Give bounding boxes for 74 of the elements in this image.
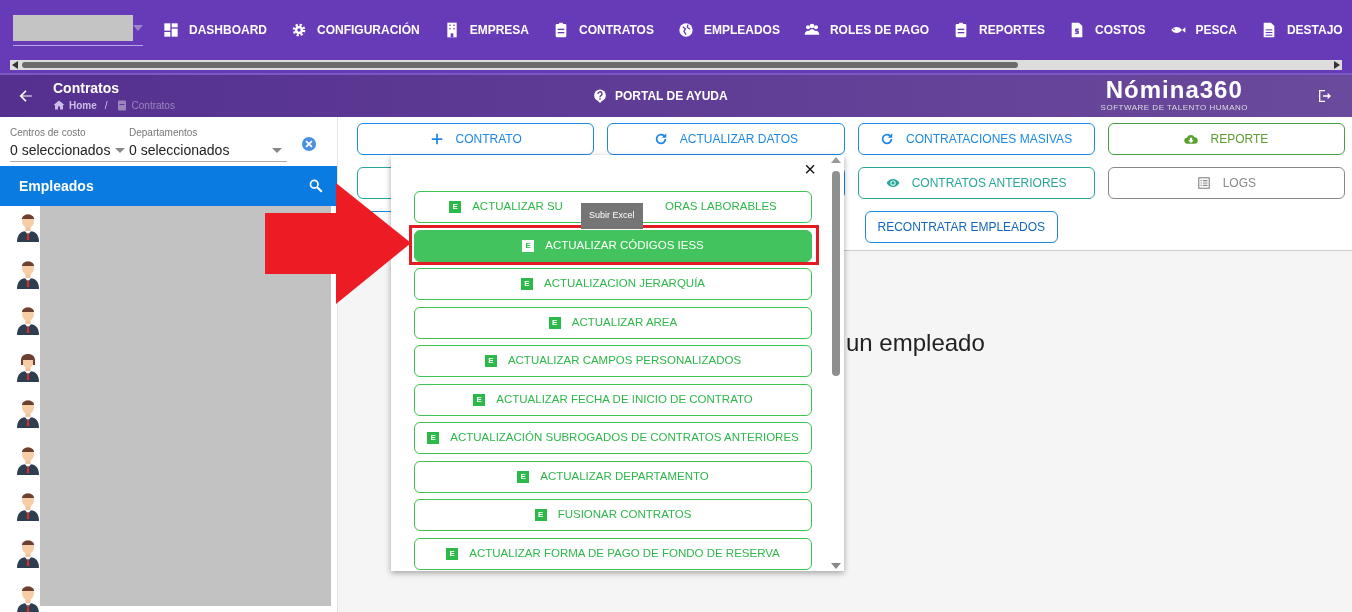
scroll-right-icon[interactable] (1334, 61, 1340, 69)
nav-item[interactable]: EMPRESA (431, 21, 541, 39)
logout-button[interactable] (1317, 88, 1333, 104)
logo-wordmark: Nómina360 (1105, 78, 1243, 102)
excel-icon: E (446, 547, 459, 560)
scrollbar-thumb[interactable] (832, 171, 840, 376)
list-icon (1196, 176, 1211, 190)
nav-item[interactable]: CONFIGURACIÓN (279, 21, 432, 39)
clipboard-icon (553, 22, 569, 38)
clear-icon[interactable] (302, 136, 316, 151)
filter-label: Departamentos (129, 126, 199, 140)
excel-icon: E (449, 201, 462, 213)
eye-icon (885, 176, 900, 190)
caret-icon (115, 148, 125, 153)
help-icon (593, 89, 607, 103)
nav-item[interactable]: DESTAJO (1248, 21, 1352, 39)
search-icon[interactable] (309, 179, 323, 193)
action-button[interactable]: RECONTRATAR EMPLEADOS (864, 211, 1059, 243)
action-button[interactable]: CONTRATACIONES MASIVAS (857, 123, 1095, 155)
action-button[interactable]: CONTRATOS ANTERIORES (857, 167, 1095, 199)
nav-item[interactable]: CONTRATOS (541, 21, 666, 39)
nav-item[interactable]: REPORTES (941, 21, 1058, 39)
action-button[interactable]: CONTRATO (357, 123, 595, 155)
scrollbar-thumb[interactable] (22, 62, 1018, 68)
clipboard-icon (115, 99, 128, 111)
filter-label: Centros de costo (10, 126, 87, 140)
settings-icon (291, 22, 307, 38)
excel-icon: E (517, 470, 530, 483)
empty-state-message: un empleado (846, 328, 985, 358)
excel-icon: E (473, 393, 486, 406)
nav-item[interactable]: EMPLEADOS (665, 21, 792, 39)
excel-icon: E (427, 432, 440, 444)
refresh-icon (653, 132, 668, 146)
company-select[interactable] (13, 14, 143, 46)
refresh-icon (880, 132, 895, 146)
filter-select[interactable]: Centros de costo 0 seleccionados (10, 125, 129, 161)
caret-icon (272, 148, 282, 153)
action-button[interactable]: LOGS (1107, 167, 1345, 199)
close-button[interactable]: × (804, 158, 816, 180)
cloud-download-icon (1184, 132, 1199, 146)
nav-item[interactable]: ROLES DE PAGO (791, 21, 942, 39)
breadcrumb-separator: / (104, 98, 108, 113)
tooltip: Subir Excel (581, 203, 643, 229)
filter-select[interactable]: Departamentos 0 seleccionados (129, 125, 287, 161)
filter-value: 0 seleccionados (10, 141, 111, 160)
menu-item-button[interactable]: E FUSIONAR CONTRATOS (414, 499, 812, 531)
home-icon (53, 99, 65, 111)
scroll-left-icon[interactable] (12, 61, 18, 69)
excel-icon: E (548, 316, 561, 329)
people-icon (803, 22, 820, 38)
plus-icon (429, 132, 444, 146)
page-title: Contratos (53, 79, 121, 96)
excel-icon: E (534, 509, 547, 521)
help-portal-link[interactable]: PORTAL DE AYUDA (593, 87, 728, 105)
excel-icon: E (484, 355, 497, 367)
nav-item[interactable]: COSTOS (1057, 21, 1158, 39)
globe-icon (677, 22, 694, 38)
back-button[interactable] (19, 89, 33, 103)
filter-value: 0 seleccionados (129, 141, 230, 160)
nav-item[interactable]: DASHBOARD (151, 21, 279, 39)
vertical-scrollbar[interactable] (831, 157, 841, 569)
breadcrumb-link[interactable]: Home (69, 97, 97, 113)
horizontal-scrollbar[interactable] (10, 60, 1342, 70)
dashboard-icon (163, 22, 179, 38)
panel-title: Empleados (19, 176, 94, 196)
scroll-up-icon[interactable] (831, 157, 841, 163)
nav-item[interactable]: PESCA (1157, 21, 1249, 39)
caret-icon (133, 24, 143, 31)
scroll-down-icon[interactable] (831, 563, 841, 569)
action-button[interactable]: REPORTE (1107, 123, 1345, 155)
excel-icon: E (522, 239, 535, 252)
logo-tagline: SOFTWARE DE TALENTO HUMANO (1100, 102, 1248, 114)
action-button[interactable]: ACTUALIZAR DATOS (607, 123, 845, 155)
excel-icon: E (521, 278, 533, 290)
